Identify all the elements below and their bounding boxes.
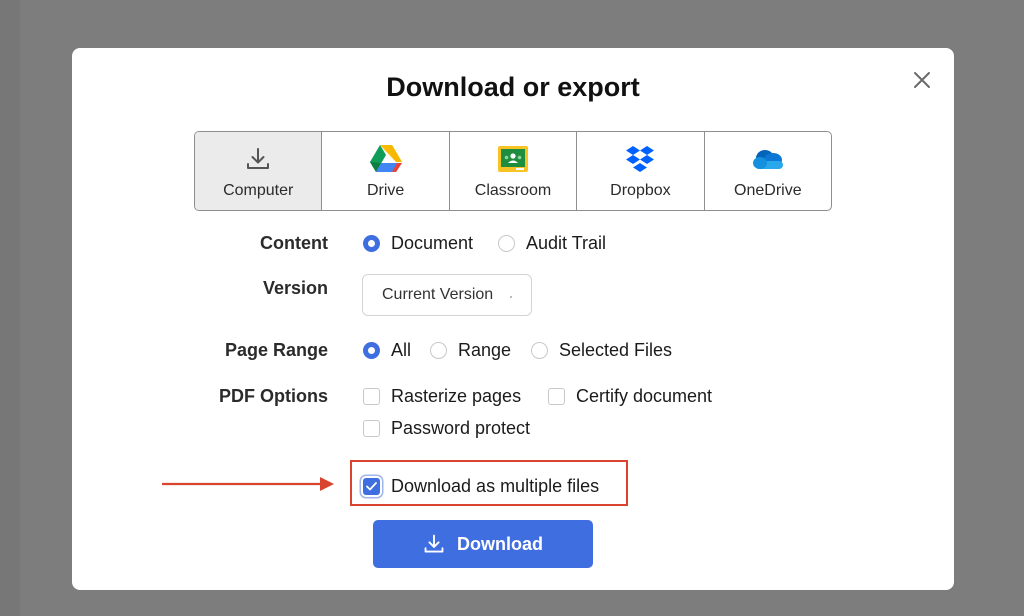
content-option-document[interactable]: Document: [363, 233, 473, 254]
google-drive-icon: [369, 144, 403, 174]
tab-drive[interactable]: Drive: [322, 132, 450, 210]
page-range-option-all[interactable]: All: [363, 340, 411, 361]
onedrive-icon: [751, 144, 785, 174]
page-range-label: Page Range: [224, 340, 328, 360]
tab-label: Classroom: [474, 182, 552, 199]
destination-tabs: Computer Drive Classroom Dropbox OneDriv…: [194, 131, 832, 211]
option-label: All: [391, 340, 412, 360]
dropbox-icon: [623, 144, 657, 174]
checkbox-unchecked[interactable]: [548, 388, 565, 405]
tab-label: Computer: [223, 182, 294, 199]
content-option-audit-trail[interactable]: Audit Trail: [498, 233, 606, 254]
tab-classroom[interactable]: Classroom: [450, 132, 578, 210]
tab-onedrive[interactable]: OneDrive: [705, 132, 831, 210]
content-label: Content: [260, 233, 328, 253]
tab-label: Drive: [366, 182, 405, 199]
option-label: Certify document: [576, 386, 713, 406]
download-button[interactable]: Download: [373, 520, 593, 568]
version-label: Version: [262, 278, 328, 298]
download-icon: [241, 144, 275, 174]
version-select[interactable]: Current Version: [362, 274, 532, 316]
option-label: Document: [391, 233, 474, 253]
dialog-title: Download or export: [386, 72, 640, 102]
page-backdrop: [0, 0, 20, 616]
download-icon: [424, 534, 444, 553]
radio-selected[interactable]: [363, 342, 380, 359]
radio-selected[interactable]: [363, 235, 380, 252]
radio-unselected[interactable]: [498, 235, 515, 252]
option-label: Download as multiple files: [391, 476, 600, 496]
close-button[interactable]: [910, 68, 934, 92]
download-button-label: Download: [457, 533, 543, 554]
page-range-option-selected-files[interactable]: Selected Files: [531, 340, 672, 361]
google-classroom-icon: [496, 144, 530, 174]
pdf-options-label: PDF Options: [219, 386, 328, 406]
pdf-option-password[interactable]: Password protect: [363, 418, 530, 439]
checkbox-unchecked[interactable]: [363, 420, 380, 437]
pdf-option-rasterize[interactable]: Rasterize pages: [363, 386, 521, 407]
download-export-dialog: Download or export Computer Drive Classr…: [72, 48, 954, 590]
close-icon: [914, 72, 930, 88]
tab-computer[interactable]: Computer: [195, 132, 323, 210]
select-caret-icon: [510, 296, 512, 298]
version-select-value: Current Version: [382, 286, 494, 303]
option-label: Rasterize pages: [391, 386, 522, 406]
checkbox-unchecked[interactable]: [363, 388, 380, 405]
option-label: Password protect: [391, 418, 531, 438]
option-label: Selected Files: [559, 340, 673, 360]
checkbox-checked[interactable]: [363, 478, 380, 495]
option-label: Range: [458, 340, 512, 360]
tab-label: OneDrive: [734, 182, 802, 199]
tab-label: Dropbox: [610, 182, 671, 199]
pdf-option-certify[interactable]: Certify document: [548, 386, 712, 407]
radio-unselected[interactable]: [531, 342, 548, 359]
option-label: Audit Trail: [526, 233, 607, 253]
tab-dropbox[interactable]: Dropbox: [577, 132, 705, 210]
annotation-arrow-icon: [162, 477, 334, 491]
radio-unselected[interactable]: [430, 342, 447, 359]
download-multiple-files-option[interactable]: Download as multiple files: [363, 476, 599, 497]
checkmark-icon: [366, 482, 377, 491]
page-range-option-range[interactable]: Range: [430, 340, 511, 361]
